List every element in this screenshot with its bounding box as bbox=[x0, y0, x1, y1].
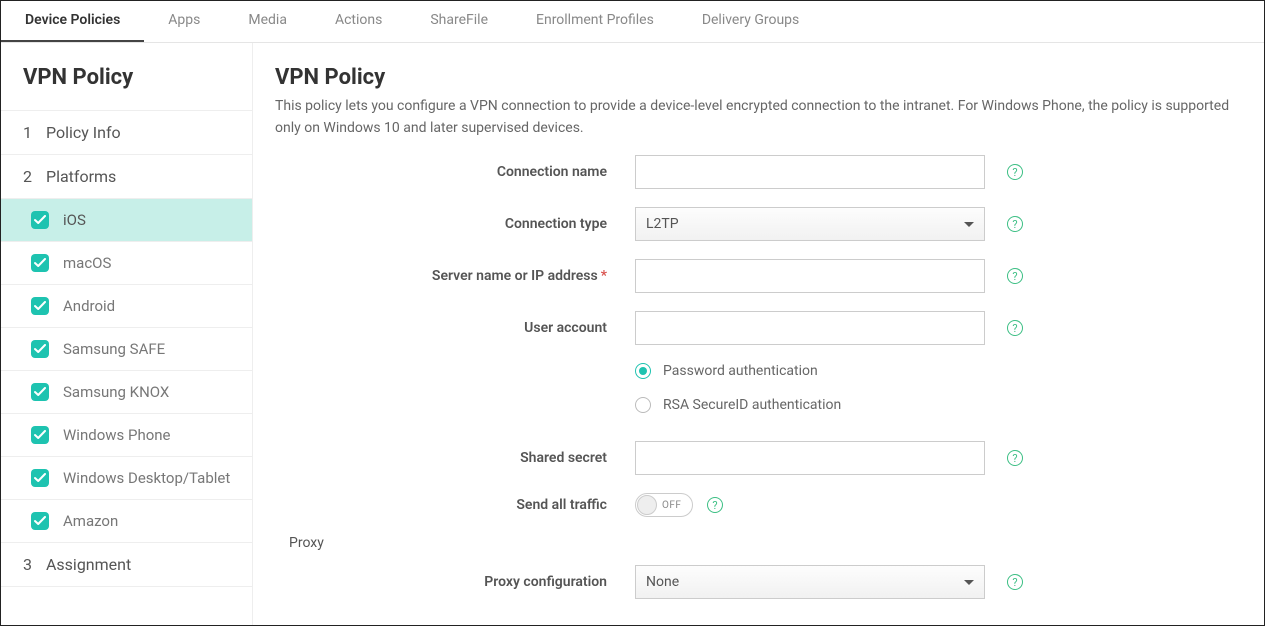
radio-label-rsa: RSA SecureID authentication bbox=[663, 397, 841, 413]
row-auth-rsa: RSA SecureID authentication bbox=[275, 397, 1258, 413]
proxy-configuration-select[interactable]: None bbox=[635, 565, 985, 599]
row-connection-type: Connection type L2TP ? bbox=[275, 207, 1258, 241]
tab-delivery-groups[interactable]: Delivery Groups bbox=[678, 1, 823, 42]
app-frame: Device Policies Apps Media Actions Share… bbox=[0, 0, 1265, 626]
sidebar-item-label: Windows Phone bbox=[63, 426, 171, 444]
shared-secret-input[interactable] bbox=[635, 441, 985, 475]
sidebar-item-windows-desktop-tablet[interactable]: Windows Desktop/Tablet bbox=[1, 456, 252, 499]
tab-media[interactable]: Media bbox=[224, 1, 311, 42]
toggle-text: OFF bbox=[662, 500, 681, 511]
sidebar-item-samsung-safe[interactable]: Samsung SAFE bbox=[1, 327, 252, 370]
sidebar-step-assignment[interactable]: 3 Assignment bbox=[1, 542, 252, 587]
sidebar-item-label: iOS bbox=[63, 211, 86, 229]
row-server-name: Server name or IP address* ? bbox=[275, 259, 1258, 293]
sidebar-step-platforms[interactable]: 2 Platforms bbox=[1, 154, 252, 198]
sidebar-item-samsung-knox[interactable]: Samsung KNOX bbox=[1, 370, 252, 413]
sidebar-item-label: Amazon bbox=[63, 512, 118, 530]
tab-sharefile[interactable]: ShareFile bbox=[406, 1, 512, 42]
label-connection-name: Connection name bbox=[275, 164, 635, 180]
radio-password-auth[interactable] bbox=[635, 363, 651, 379]
connection-type-select[interactable]: L2TP bbox=[635, 207, 985, 241]
sidebar-item-label: Windows Desktop/Tablet bbox=[63, 469, 230, 487]
user-account-input[interactable] bbox=[635, 311, 985, 345]
sidebar-item-macos[interactable]: macOS bbox=[1, 241, 252, 284]
caret-down-icon bbox=[964, 580, 974, 585]
row-connection-name: Connection name ? bbox=[275, 155, 1258, 189]
help-icon[interactable]: ? bbox=[1007, 320, 1023, 336]
sidebar-step-policy-info[interactable]: 1 Policy Info bbox=[1, 110, 252, 154]
checkbox-icon[interactable] bbox=[31, 254, 49, 272]
label-server-name: Server name or IP address* bbox=[275, 268, 635, 284]
sidebar-item-amazon[interactable]: Amazon bbox=[1, 499, 252, 542]
select-value: L2TP bbox=[646, 216, 679, 232]
checkbox-icon[interactable] bbox=[31, 340, 49, 358]
help-icon[interactable]: ? bbox=[1007, 574, 1023, 590]
send-all-traffic-toggle[interactable]: OFF bbox=[635, 493, 693, 517]
checkbox-icon[interactable] bbox=[31, 469, 49, 487]
step-label: Policy Info bbox=[46, 123, 121, 142]
sidebar-item-windows-phone[interactable]: Windows Phone bbox=[1, 413, 252, 456]
label-connection-type: Connection type bbox=[275, 216, 635, 232]
checkbox-icon[interactable] bbox=[31, 297, 49, 315]
step-number: 2 bbox=[23, 167, 32, 186]
top-tabs: Device Policies Apps Media Actions Share… bbox=[1, 1, 1264, 43]
sidebar-item-label: Samsung KNOX bbox=[63, 383, 169, 401]
label-send-all-traffic: Send all traffic bbox=[275, 497, 635, 513]
row-shared-secret: Shared secret ? bbox=[275, 441, 1258, 475]
radio-label-password: Password authentication bbox=[663, 363, 818, 379]
help-icon[interactable]: ? bbox=[1007, 268, 1023, 284]
step-number: 1 bbox=[23, 123, 32, 142]
checkbox-icon[interactable] bbox=[31, 383, 49, 401]
help-icon[interactable]: ? bbox=[1007, 216, 1023, 232]
select-value: None bbox=[646, 574, 679, 590]
radio-rsa-auth[interactable] bbox=[635, 397, 651, 413]
page-description: This policy lets you configure a VPN con… bbox=[275, 96, 1255, 139]
checkbox-icon[interactable] bbox=[31, 426, 49, 444]
sidebar-item-android[interactable]: Android bbox=[1, 284, 252, 327]
row-user-account: User account ? bbox=[275, 311, 1258, 345]
page-title: VPN Policy bbox=[275, 65, 1258, 90]
sidebar-item-label: Android bbox=[63, 297, 115, 315]
sidebar-item-label: macOS bbox=[63, 254, 111, 272]
label-shared-secret: Shared secret bbox=[275, 450, 635, 466]
help-icon[interactable]: ? bbox=[707, 497, 723, 513]
row-proxy-configuration: Proxy configuration None ? bbox=[275, 565, 1258, 599]
checkbox-icon[interactable] bbox=[31, 512, 49, 530]
label-text: Server name or IP address bbox=[432, 268, 598, 284]
help-icon[interactable]: ? bbox=[1007, 164, 1023, 180]
toggle-knob-icon bbox=[637, 495, 657, 515]
sidebar-title: VPN Policy bbox=[1, 43, 252, 110]
required-marker: * bbox=[601, 268, 607, 284]
main-panel: VPN Policy This policy lets you configur… bbox=[253, 43, 1264, 625]
help-icon[interactable]: ? bbox=[1007, 450, 1023, 466]
body-area: VPN Policy 1 Policy Info 2 Platforms iOS… bbox=[1, 43, 1264, 625]
checkbox-icon[interactable] bbox=[31, 211, 49, 229]
server-name-input[interactable] bbox=[635, 259, 985, 293]
step-label: Platforms bbox=[46, 167, 116, 186]
row-auth-password: Password authentication bbox=[275, 363, 1258, 379]
label-proxy-configuration: Proxy configuration bbox=[275, 574, 635, 590]
tab-actions[interactable]: Actions bbox=[311, 1, 406, 42]
step-number: 3 bbox=[23, 555, 32, 574]
row-send-all-traffic: Send all traffic OFF ? bbox=[275, 493, 1258, 517]
sidebar: VPN Policy 1 Policy Info 2 Platforms iOS… bbox=[1, 43, 253, 625]
sidebar-item-ios[interactable]: iOS bbox=[1, 198, 252, 241]
tab-apps[interactable]: Apps bbox=[144, 1, 224, 42]
tab-enrollment-profiles[interactable]: Enrollment Profiles bbox=[512, 1, 678, 42]
step-label: Assignment bbox=[46, 555, 131, 574]
section-proxy-heading: Proxy bbox=[289, 535, 1258, 551]
tab-device-policies[interactable]: Device Policies bbox=[1, 1, 144, 42]
sidebar-item-label: Samsung SAFE bbox=[63, 340, 165, 358]
label-user-account: User account bbox=[275, 320, 635, 336]
caret-down-icon bbox=[964, 222, 974, 227]
connection-name-input[interactable] bbox=[635, 155, 985, 189]
